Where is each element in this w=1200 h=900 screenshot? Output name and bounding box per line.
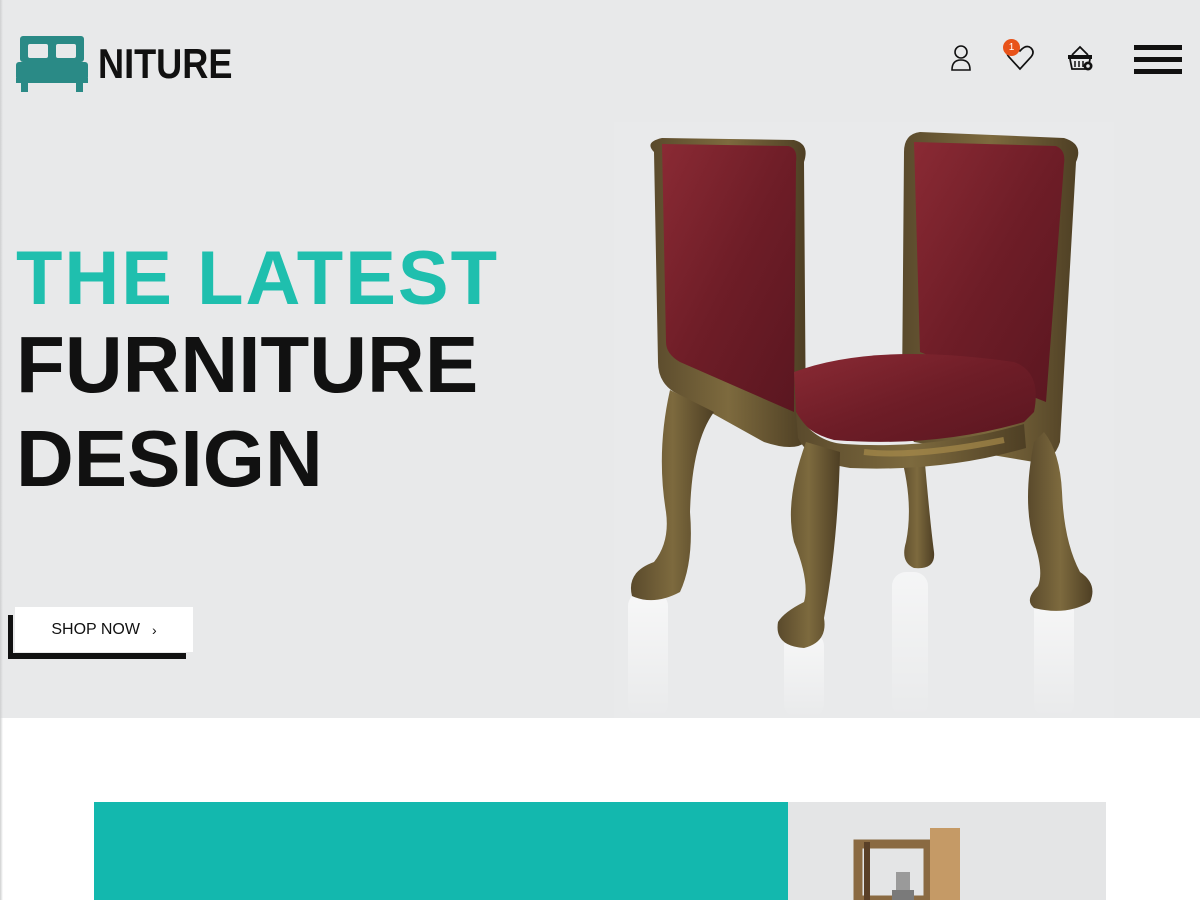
logo-text: NITURE [98,40,233,87]
hero-section: NITURE 1 THE LATEST FURNITURE DESIGN SHO… [0,0,1200,718]
shop-now-label: SHOP NOW [51,620,140,638]
hamburger-menu-icon [1134,43,1182,77]
shop-now-button[interactable]: SHOP NOW › [15,607,193,652]
wishlist-button[interactable]: 1 [1003,39,1035,72]
shop-now-wrapper: SHOP NOW › [8,607,194,659]
promo-shelf-image [788,802,1106,900]
header-actions: 1 [900,39,1200,80]
user-icon [950,44,972,72]
hero-chair-image [614,122,1114,718]
hero-headline: THE LATEST FURNITURE DESIGN [16,240,499,506]
headline-line-1: THE LATEST [16,236,500,321]
headline-line-2: FURNITURE [16,320,479,409]
basket-icon [1066,44,1094,72]
wishlist-count-badge: 1 [1003,39,1020,56]
chevron-right-icon: › [151,621,157,638]
headline-line-3: DESIGN [16,414,323,503]
account-button[interactable] [950,44,972,72]
promo-banner [94,802,1106,900]
site-logo[interactable]: NITURE [16,34,254,92]
cart-button[interactable] [1066,44,1094,72]
bed-icon [16,34,88,92]
left-edge-shadow [0,0,3,900]
menu-button[interactable] [1134,43,1182,77]
promo-teal-panel [94,802,788,900]
